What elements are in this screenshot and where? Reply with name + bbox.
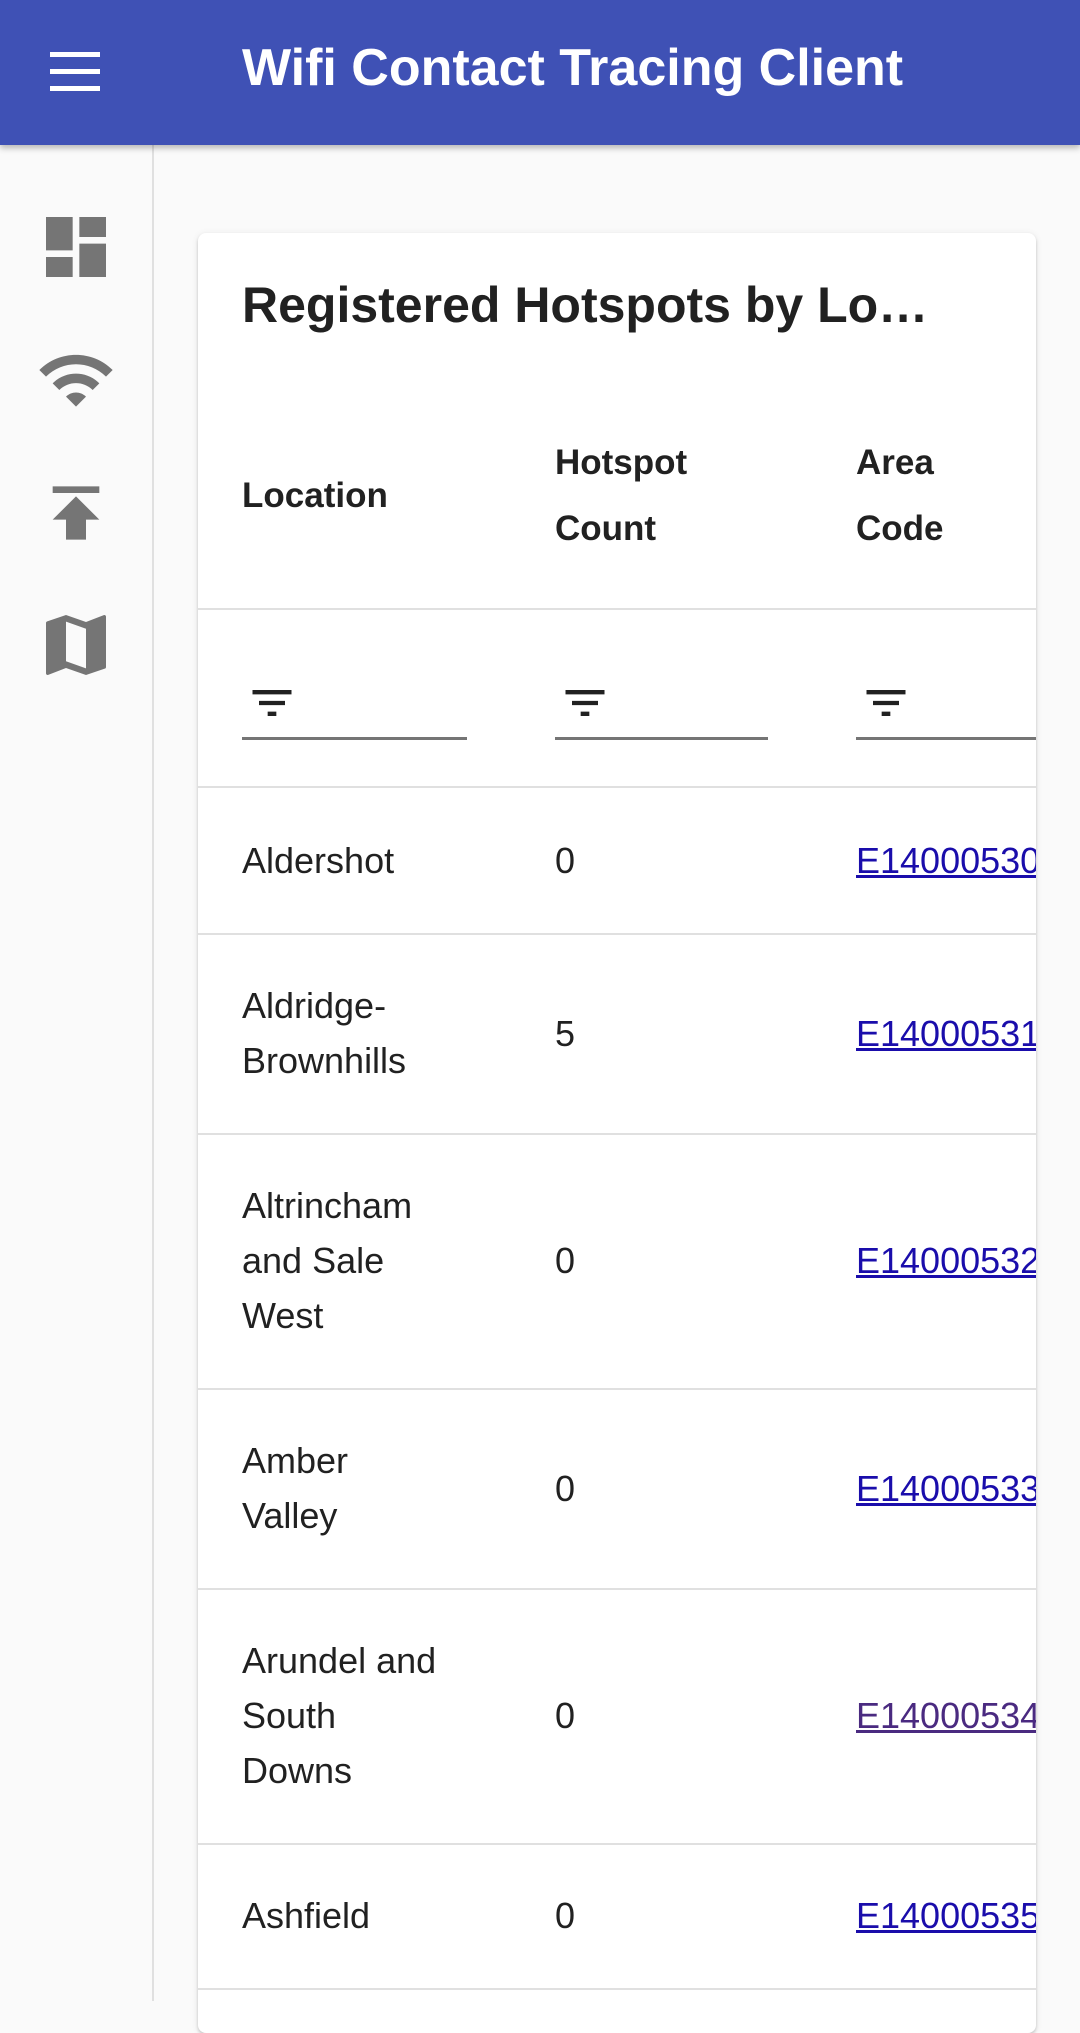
area-code-link[interactable]: E14000533	[856, 1388, 1036, 1588]
area-code-filter[interactable]	[856, 673, 1036, 740]
table-row: Altrincham and Sale West 0 E14000532	[198, 1133, 1036, 1390]
menu-icon[interactable]	[44, 46, 110, 98]
app-bar: Wifi Contact Tracing Client	[0, 0, 1080, 145]
dashboard-icon	[46, 217, 106, 277]
hotspots-card: Registered Hotspots by Lo… Location Hots…	[198, 233, 1036, 2033]
table-row: Amber Valley 0 E14000533	[198, 1388, 1036, 1590]
hotspot-count-cell: 0	[555, 840, 576, 881]
location-cell: Aldridge- Brownhills	[242, 985, 407, 1081]
nav-upload[interactable]	[36, 473, 116, 553]
location-cell: Altrincham and Sale West	[242, 1185, 413, 1336]
column-header-hotspot-count[interactable]: Hotspot Count	[555, 430, 687, 562]
area-code-link[interactable]: E14000530	[856, 788, 1036, 933]
column-header-area-code[interactable]: Area Code	[856, 430, 944, 562]
nav-map[interactable]	[36, 605, 116, 685]
card-title: Registered Hotspots by Lo…	[242, 277, 929, 333]
table-row: Aldershot 0 E14000530	[198, 788, 1036, 935]
hotspot-count-cell: 0	[555, 1240, 576, 1281]
table-row: Aldridge- Brownhills 5 E14000531	[198, 933, 1036, 1135]
navigation-rail	[0, 145, 154, 2001]
hotspot-count-cell: 5	[555, 1012, 576, 1054]
area-code-link[interactable]: E14000535	[856, 1843, 1036, 1988]
area-code-link[interactable]: E14000534	[856, 1588, 1036, 1843]
map-icon	[46, 615, 106, 675]
header-divider	[198, 608, 1036, 610]
filter-list-icon	[565, 690, 605, 716]
location-cell: Aldershot	[242, 840, 395, 881]
table-row: Arundel and South Downs 0 E14000534	[198, 1588, 1036, 1845]
nav-hotspots[interactable]	[36, 340, 116, 420]
area-code-link[interactable]: E14000532	[856, 1133, 1036, 1388]
location-cell: Ashfield	[242, 1895, 371, 1936]
hotspot-count-cell: 0	[555, 1695, 576, 1736]
table-row: Ashfield 0 E14000535	[198, 1843, 1036, 1990]
location-cell: Arundel and South Downs	[242, 1640, 437, 1791]
hotspot-count-cell: 0	[555, 1895, 576, 1936]
nav-dashboard[interactable]	[36, 207, 116, 287]
hotspot-count-filter[interactable]	[555, 673, 768, 740]
location-cell: Amber Valley	[242, 1440, 349, 1536]
upload-icon	[52, 486, 100, 540]
filter-list-icon	[866, 690, 906, 716]
area-code-link[interactable]: E14000531	[856, 933, 1036, 1133]
filter-list-icon	[252, 690, 292, 716]
hotspot-count-cell: 0	[555, 1467, 576, 1509]
wifi-icon	[39, 354, 113, 407]
column-header-location[interactable]: Location	[242, 463, 388, 529]
location-filter[interactable]	[242, 673, 467, 740]
app-title: Wifi Contact Tracing Client	[242, 39, 904, 97]
